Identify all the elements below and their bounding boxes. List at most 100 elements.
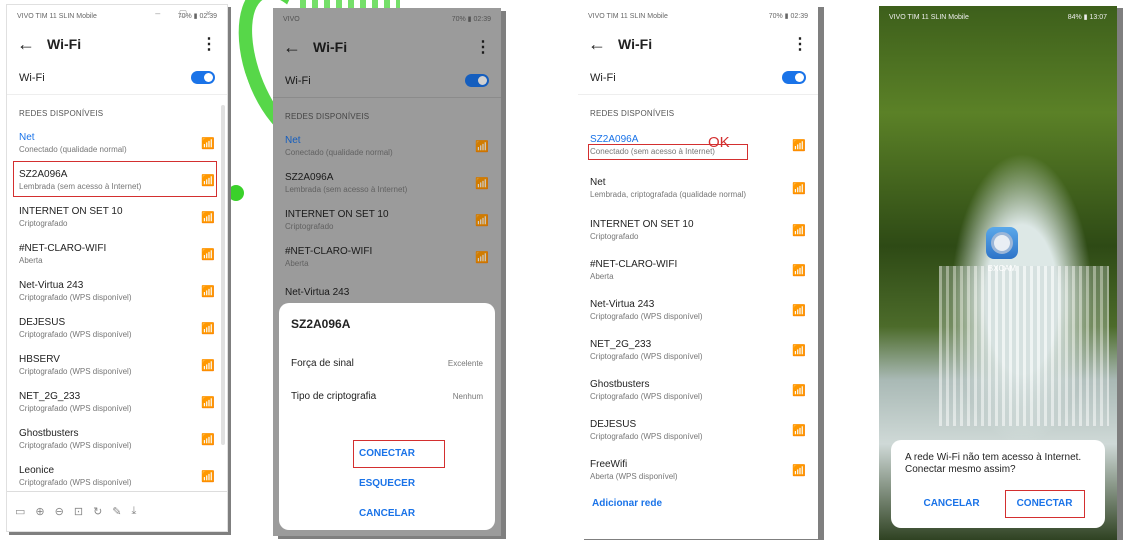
network-status: Criptografado xyxy=(590,232,639,241)
signal-value: Excelente xyxy=(447,359,483,368)
network-item[interactable]: Net Conectado (qualidade normal) 📶 xyxy=(7,124,227,161)
window-controls[interactable]: – ▢ × xyxy=(155,8,219,19)
network-item[interactable]: Net Lembrada, criptografada (qualidade no… xyxy=(578,166,818,210)
network-item[interactable]: INTERNET ON SET 10 Criptografado 📶 xyxy=(578,210,818,250)
cancel-button[interactable]: CANCELAR xyxy=(915,494,987,513)
network-item[interactable]: Net-Virtua 243 Criptografado (WPS disponí… xyxy=(578,290,818,330)
network-name: #NET-CLARO-WIFI xyxy=(19,242,107,254)
network-name: Net xyxy=(19,131,35,143)
network-item[interactable]: DEJESUS Criptografado (WPS disponível) 📶 xyxy=(578,410,818,450)
connect-button[interactable]: CONECTAR xyxy=(1004,490,1085,518)
decorative-green-dot xyxy=(228,185,244,201)
network-name: Ghostbusters xyxy=(590,379,650,390)
waterfall-image xyxy=(939,266,1109,426)
network-status: Criptografado (WPS disponível) xyxy=(590,392,703,401)
save-icon[interactable]: ▭ xyxy=(15,505,25,518)
page-title: Wi-Fi xyxy=(618,36,653,52)
red-highlight-box xyxy=(588,144,748,160)
red-highlight-box xyxy=(1004,490,1085,518)
wifi-toggle-row[interactable]: Wi-Fi xyxy=(7,61,227,95)
connect-button[interactable]: CONECTAR xyxy=(291,439,483,469)
back-arrow-icon[interactable]: ← xyxy=(588,34,606,55)
app-label: BXCAM xyxy=(987,264,1017,273)
wifi-lock-signal-icon: 📶 xyxy=(201,396,215,409)
more-menu-icon[interactable]: ⋮ xyxy=(792,34,808,54)
network-item[interactable]: HBSERV Criptografado (WPS disponível) 📶 xyxy=(7,346,227,383)
battery-time: 84% ▮ 13:07 xyxy=(1067,14,1107,21)
wifi-toggle[interactable] xyxy=(191,71,215,84)
network-name: FreeWifi xyxy=(590,459,628,470)
edit-icon[interactable]: ✎ xyxy=(112,505,121,518)
network-name: INTERNET ON SET 10 xyxy=(19,205,123,217)
network-item[interactable]: SZ2A096A Conectado (sem acesso à Internet… xyxy=(578,124,818,166)
carrier-text: VIVO TIM 11 SLIN Mobile xyxy=(588,12,668,20)
encryption-row: Tipo de criptografia Nenhum xyxy=(291,380,483,413)
network-item[interactable]: NET_2G_233 Criptografado (WPS disponível)… xyxy=(578,330,818,370)
signal-label: Força de sinal xyxy=(291,358,354,369)
wifi-lock-signal-icon: 📶 xyxy=(792,183,806,195)
network-name: INTERNET ON SET 10 xyxy=(590,219,694,230)
network-item[interactable]: Net-Virtua 243 Criptografado (WPS disponí… xyxy=(7,272,227,309)
status-bar: VIVO TIM 11 SLIN Mobile 70% ▮ 02:39 xyxy=(578,5,818,27)
network-status: Criptografado (WPS disponível) xyxy=(19,292,132,302)
network-item[interactable]: #NET-CLARO-WIFI Aberta 📶 xyxy=(7,235,227,272)
add-network-button[interactable]: Adicionar rede xyxy=(578,490,818,517)
dialog-message: A rede Wi-Fi não tem acesso à Internet. … xyxy=(905,452,1082,475)
more-menu-icon[interactable]: ⋮ xyxy=(201,34,217,54)
wifi-lock-signal-icon: 📶 xyxy=(201,285,215,298)
network-item[interactable]: #NET-CLARO-WIFI Aberta 📶 xyxy=(578,250,818,290)
network-item[interactable]: Ghostbusters Criptografado (WPS disponíve… xyxy=(7,420,227,457)
network-name: Net xyxy=(590,177,606,188)
wifi-lock-signal-icon: 📶 xyxy=(201,359,215,372)
network-name: Ghostbusters xyxy=(19,427,79,439)
share-icon[interactable]: ⤓ xyxy=(132,505,137,518)
wifi-lock-signal-icon: 📶 xyxy=(201,137,215,150)
zoom-out-icon[interactable]: ⊖ xyxy=(55,505,64,518)
network-name: NET_2G_233 xyxy=(19,390,81,402)
wifi-signal-icon: 📶 xyxy=(792,265,806,277)
top-bar: ← Wi-Fi ⋮ xyxy=(578,27,818,61)
network-name: Leonice xyxy=(19,464,55,476)
rotate-icon[interactable]: ↻ xyxy=(93,505,102,518)
bxcam-app-icon[interactable] xyxy=(986,227,1018,259)
wifi-label: Wi-Fi xyxy=(19,71,45,84)
signal-strength-row: Força de sinal Excelente xyxy=(291,347,483,380)
network-item[interactable]: INTERNET ON SET 10 Criptografado 📶 xyxy=(7,198,227,235)
network-status: Aberta xyxy=(19,255,43,265)
wifi-lock-signal-icon: 📶 xyxy=(792,385,806,397)
cancel-button[interactable]: CANCELAR xyxy=(291,499,483,529)
carrier-text: VIVO TIM 11 SLIN Mobile xyxy=(17,12,97,20)
network-name: HBSERV xyxy=(19,353,60,365)
network-item[interactable]: NET_2G_233 Criptografado (WPS disponível)… xyxy=(7,383,227,420)
back-arrow-icon[interactable]: ← xyxy=(17,34,35,55)
network-item[interactable]: FreeWifi Aberta (WPS disponível) 📶 xyxy=(578,450,818,490)
network-item[interactable]: DEJESUS Criptografado (WPS disponível) 📶 xyxy=(7,309,227,346)
wifi-lock-signal-icon: 📶 xyxy=(792,345,806,357)
forget-button[interactable]: ESQUECER xyxy=(291,469,483,499)
network-name: Net-Virtua 243 xyxy=(590,299,655,310)
network-name: NET_2G_233 xyxy=(590,339,652,350)
network-item[interactable]: Ghostbusters Criptografado (WPS disponíve… xyxy=(578,370,818,410)
status-bar: VIVO TIM 11 SLIN Mobile 84% ▮ 13:07 xyxy=(879,6,1117,28)
network-item[interactable]: SZ2A096A Lembrada (sem acesso à Internet)… xyxy=(7,161,227,198)
fit-icon[interactable]: ⊡ xyxy=(74,505,83,518)
battery-time: 70% ▮ 02:39 xyxy=(768,13,808,20)
wifi-lock-signal-icon: 📶 xyxy=(201,211,215,224)
network-status: Aberta (WPS disponível) xyxy=(590,472,678,481)
screenshot-root: – ▢ × VIVO TIM 11 SLIN Mobile 70% ▮ 02:3… xyxy=(0,0,1126,540)
network-status: Criptografado (WPS disponível) xyxy=(590,432,703,441)
network-status: Aberta xyxy=(590,272,614,281)
network-status: Criptografado (WPS disponível) xyxy=(590,312,703,321)
wifi-toggle-row[interactable]: Wi-Fi xyxy=(578,61,818,95)
scrollbar[interactable] xyxy=(221,105,225,445)
zoom-in-icon[interactable]: ⊕ xyxy=(35,505,44,518)
network-status: Criptografado (WPS disponível) xyxy=(19,329,132,339)
wifi-toggle[interactable] xyxy=(782,71,806,84)
red-highlight-box xyxy=(353,440,445,468)
network-item[interactable]: Leonice Criptografado (WPS disponível) 📶 xyxy=(7,457,227,494)
network-details-sheet: SZ2A096A Força de sinal Excelente Tipo de… xyxy=(279,303,495,530)
red-highlight-box xyxy=(13,161,217,197)
network-status: Criptografado xyxy=(19,218,68,228)
wifi-lock-signal-icon: 📶 xyxy=(792,425,806,437)
phone-screen-4: VIVO TIM 11 SLIN Mobile 84% ▮ 13:07 BXCA… xyxy=(879,6,1117,540)
